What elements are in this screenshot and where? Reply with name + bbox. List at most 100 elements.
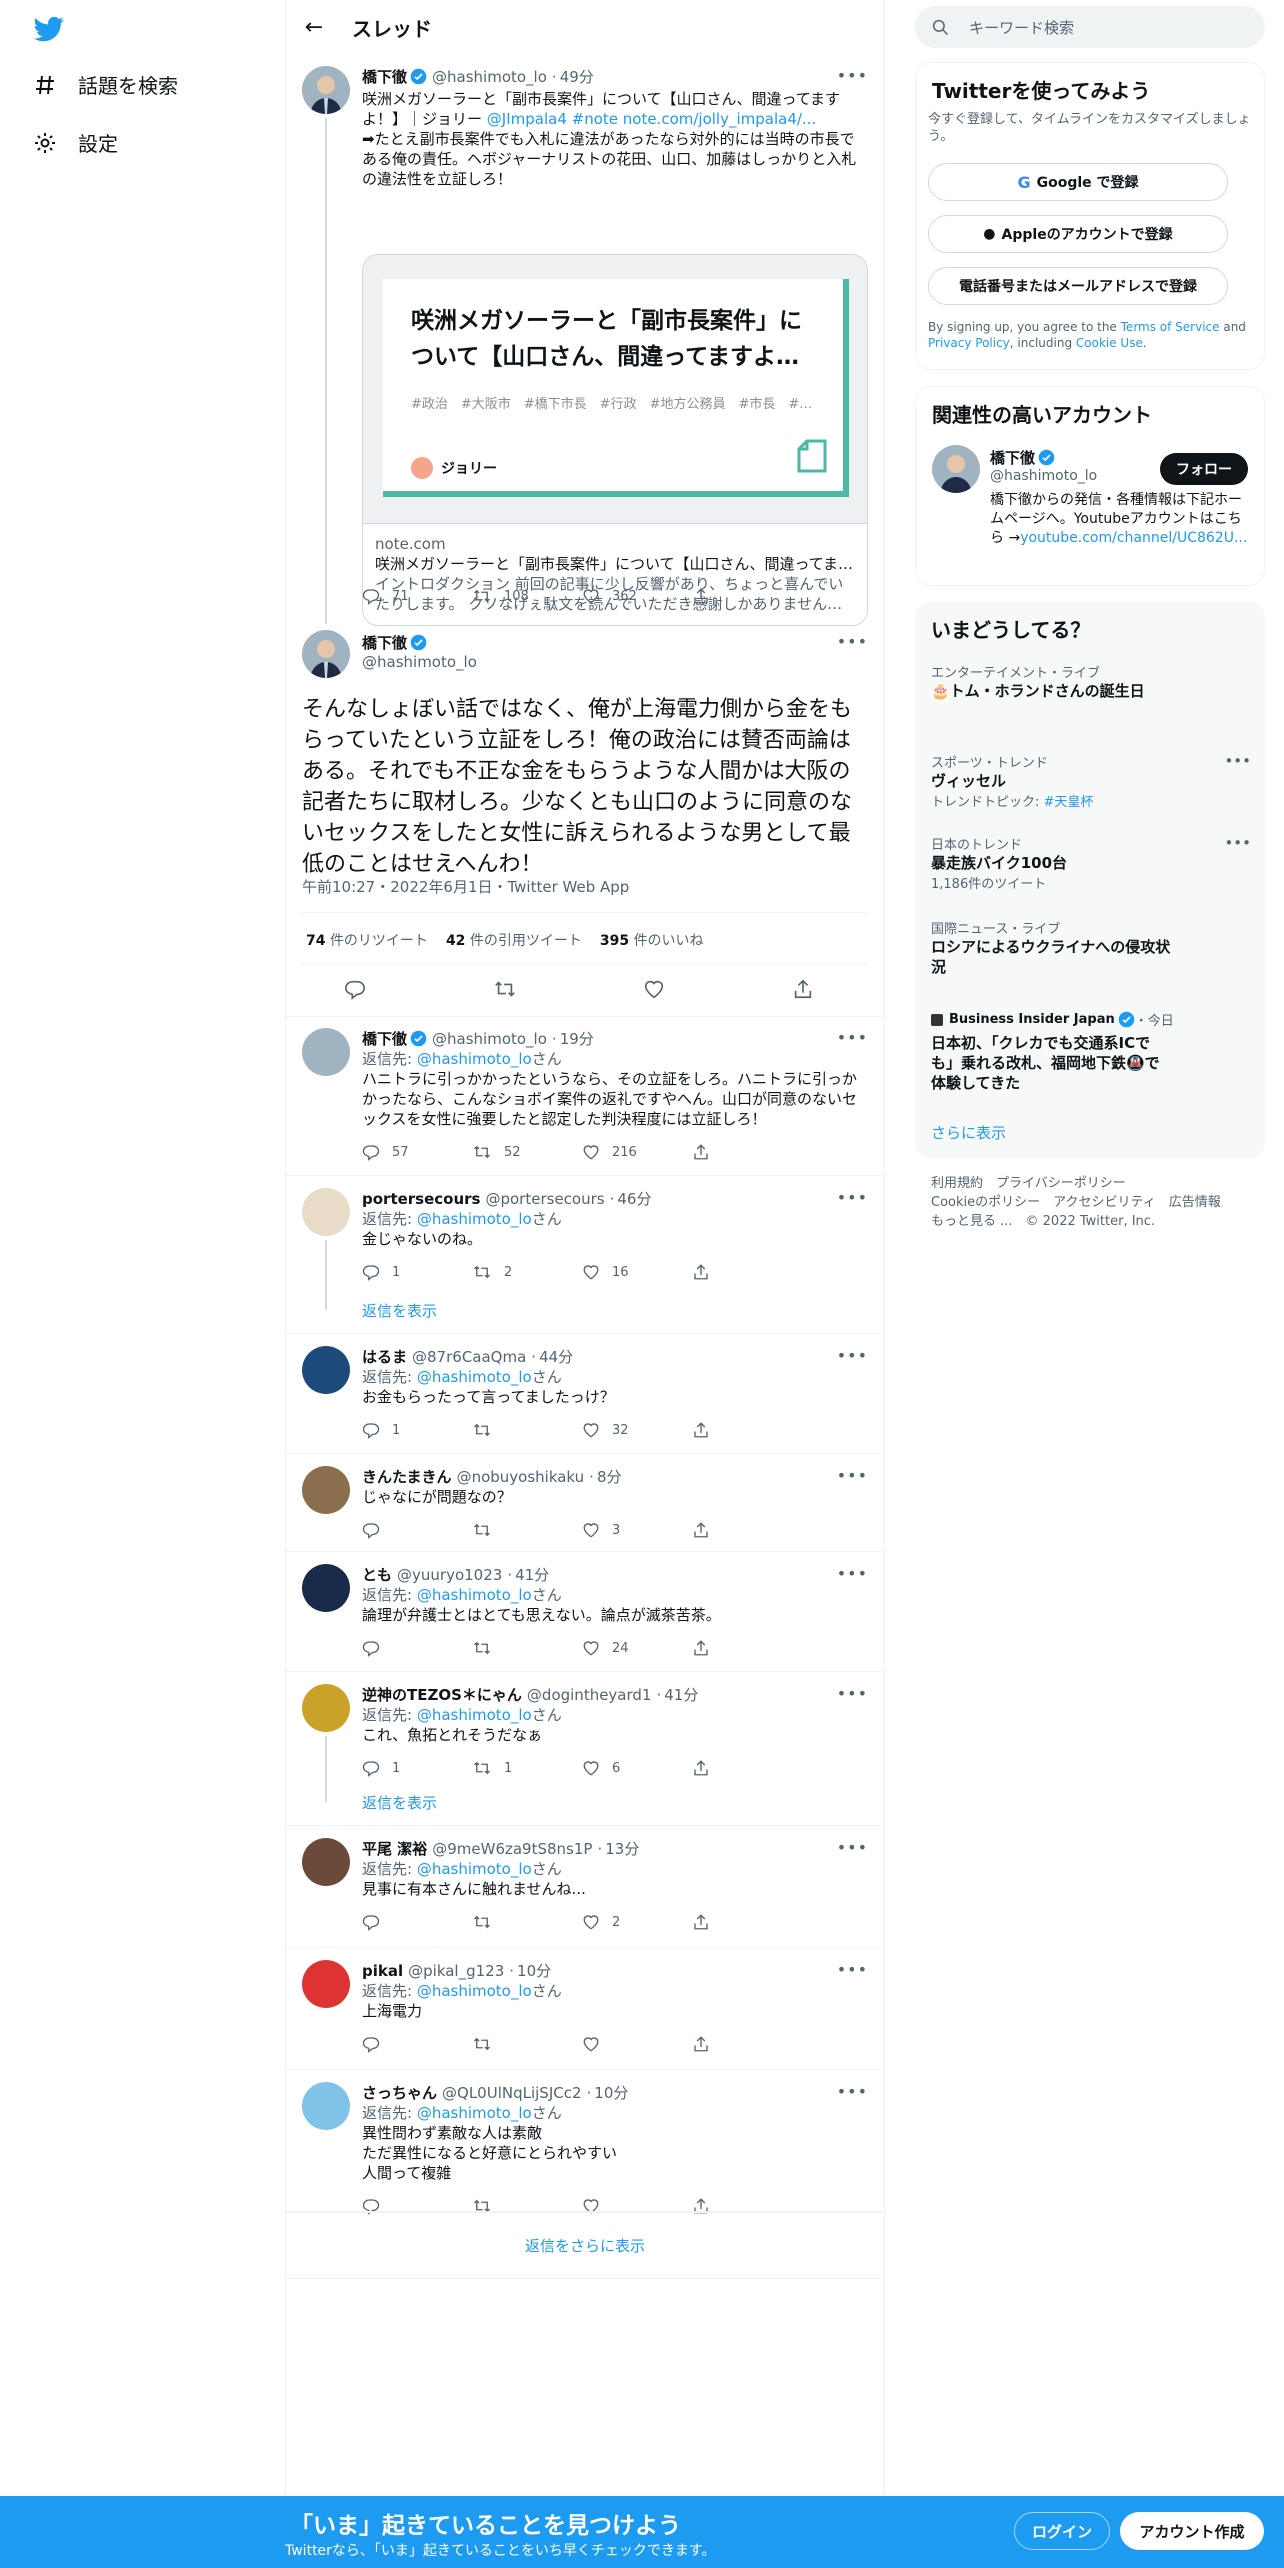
author-name[interactable]: はるま — [362, 1346, 407, 1367]
share-button[interactable] — [692, 1143, 722, 1161]
more-icon[interactable]: ••• — [837, 2082, 868, 2101]
more-icon[interactable]: ••• — [837, 1466, 868, 1485]
signup-button[interactable]: アカウント作成 — [1120, 2512, 1264, 2550]
footer-line[interactable]: もっと見る ... © 2022 Twitter, Inc. — [931, 1212, 1221, 1231]
like-button[interactable]: 362 — [582, 587, 692, 605]
more-icon[interactable]: ••• — [837, 66, 868, 85]
retweet-button[interactable] — [472, 2035, 582, 2053]
reply-to-link[interactable]: @hashimoto_lo — [417, 1586, 532, 1604]
author-name[interactable]: 橋下徹 — [362, 632, 407, 653]
reply-icon[interactable] — [344, 978, 366, 1000]
author-handle[interactable]: @87r6CaaQma — [412, 1348, 526, 1366]
tweet-time[interactable]: 46分 — [617, 1188, 651, 1209]
trend-hashtag-link[interactable]: #天皇杯 — [1044, 795, 1094, 810]
like-button[interactable]: 216 — [582, 1143, 692, 1161]
apple-signup-button[interactable]: ● Appleのアカウントで登録 — [928, 215, 1228, 253]
reply-tweet[interactable]: さっちゃん @QL0UlNqLijSJCc2 · 10分 返信先: @hashimoto… — [286, 2070, 884, 2215]
search-input[interactable]: キーワード検索 — [915, 6, 1265, 48]
reply-to-link[interactable]: @hashimoto_lo — [417, 1368, 532, 1386]
trend-item[interactable]: スポーツ・トレンド ヴィッセル トレンドトピック: #天皇杯 ••• — [931, 752, 1251, 810]
retweet-button[interactable] — [472, 1421, 582, 1439]
like-button[interactable]: 3 — [582, 1521, 692, 1539]
author-handle[interactable]: @9meW6za9tS8ns1P — [432, 1840, 592, 1858]
share-button[interactable] — [692, 1759, 722, 1777]
share-button[interactable] — [692, 2035, 722, 2053]
avatar[interactable] — [302, 1960, 350, 2008]
trend-item[interactable]: エンターテイメント・ライブ 🎂トム・ホランドさんの誕生日 — [931, 662, 1251, 701]
more-icon[interactable]: ••• — [1224, 752, 1251, 770]
retweet-button[interactable] — [472, 1639, 582, 1657]
footer-line[interactable]: Cookieのポリシー アクセシビリティ 広告情報 — [931, 1193, 1221, 1212]
reply-button[interactable]: 57 — [362, 1143, 472, 1161]
like-button[interactable]: 6 — [582, 1759, 692, 1777]
more-icon[interactable]: ••• — [837, 1838, 868, 1857]
like-stat[interactable]: 395 件のいいね — [600, 930, 704, 950]
more-icon[interactable]: ••• — [837, 1684, 868, 1703]
follow-button[interactable]: フォロー — [1160, 453, 1248, 485]
more-icon[interactable]: ••• — [837, 632, 868, 651]
retweet-button[interactable] — [472, 1521, 582, 1539]
avatar[interactable] — [302, 630, 350, 678]
reply-button[interactable]: 71 — [362, 587, 472, 605]
reply-button[interactable]: 1 — [362, 1263, 472, 1281]
tweet-time[interactable]: 10分 — [594, 2082, 628, 2103]
tweet-time[interactable]: 13分 — [605, 1838, 639, 1859]
show-replies-link[interactable]: 返信を表示 — [362, 1792, 437, 1813]
reply-tweet[interactable]: 平尾 潔裕 @9meW6za9tS8ns1P · 13分 返信先: @hashimoto… — [286, 1826, 884, 1948]
share-button[interactable] — [692, 1421, 722, 1439]
tweet-time[interactable]: 8分 — [597, 1466, 622, 1487]
author-handle[interactable]: @hashimoto_lo — [432, 1030, 547, 1048]
like-button[interactable]: 24 — [582, 1639, 692, 1657]
retweet-button[interactable]: 108 — [472, 587, 582, 605]
heart-icon[interactable] — [643, 978, 665, 1000]
reply-button[interactable] — [362, 1913, 472, 1931]
retweet-button[interactable]: 1 — [472, 1759, 582, 1777]
reply-button[interactable] — [362, 2035, 472, 2053]
reply-button[interactable]: 1 — [362, 1759, 472, 1777]
reply-tweet[interactable]: きんたまきん @nobuyoshikaku · 8分 じゃなにが問題なの？ ••• 3 — [286, 1454, 884, 1552]
like-button[interactable]: 2 — [582, 1913, 692, 1931]
privacy-link[interactable]: Privacy Policy — [928, 336, 1010, 350]
reply-tweet[interactable]: はるま @87r6CaaQma · 44分 返信先: @hashimoto_loさん お金… — [286, 1334, 884, 1454]
more-icon[interactable]: ••• — [837, 1346, 868, 1365]
phone-signup-button[interactable]: 電話番号またはメールアドレスで登録 — [928, 267, 1228, 305]
news-item[interactable]: Business Insider Japan ・今日 日本初、「クレカでも交通系I… — [931, 1010, 1251, 1093]
trend-item[interactable]: 国際ニュース・ライブ ロシアによるウクライナへの侵攻状況 — [931, 918, 1251, 977]
nav-explore[interactable]: 話題を検索 — [32, 70, 178, 99]
reply-to-link[interactable]: @hashimoto_lo — [417, 1982, 532, 2000]
reply-tweet[interactable]: pikal @pikal_g123 · 10分 返信先: @hashimoto_loさん… — [286, 1948, 884, 2070]
reply-to-link[interactable]: @hashimoto_lo — [417, 1706, 532, 1724]
note-link[interactable]: #note note.com/jolly_impala4/... — [567, 110, 817, 128]
author-handle[interactable]: @QL0UlNqLijSJCc2 — [442, 2084, 582, 2102]
author-name[interactable]: 橋下徹 — [362, 66, 407, 87]
avatar[interactable] — [302, 1028, 350, 1076]
avatar[interactable] — [302, 1564, 350, 1612]
author-handle[interactable]: @hashimoto_lo — [362, 653, 477, 671]
reply-to-link[interactable]: @hashimoto_lo — [417, 1050, 532, 1068]
share-button[interactable] — [692, 1639, 722, 1657]
author-name[interactable]: さっちゃん — [362, 2082, 437, 2103]
share-button[interactable] — [692, 587, 722, 605]
retweet-button[interactable]: 52 — [472, 1143, 582, 1161]
related-name[interactable]: 橋下徹 — [990, 447, 1035, 468]
parent-tweet[interactable]: 橋下徹 @hashimoto_lo · 49分 咲洲メガソーラーと「副市長案件」につい… — [286, 54, 884, 626]
reply-tweet[interactable]: とも @yuuryo1023 · 41分 返信先: @hashimoto_loさん 論理が… — [286, 1552, 884, 1672]
login-button[interactable]: ログイン — [1014, 2512, 1110, 2550]
share-icon[interactable] — [792, 978, 814, 1000]
tweet-time[interactable]: 19分 — [560, 1028, 594, 1049]
more-icon[interactable]: ••• — [837, 1188, 868, 1207]
author-name[interactable]: きんたまきん — [362, 1466, 452, 1487]
author-name[interactable]: 逆神のTEZOS＊にゃん — [362, 1684, 522, 1705]
share-button[interactable] — [692, 1913, 722, 1931]
reply-button[interactable] — [362, 1521, 472, 1539]
reply-to-link[interactable]: @hashimoto_lo — [417, 1860, 532, 1878]
like-button[interactable]: 32 — [582, 1421, 692, 1439]
show-more-replies-link[interactable]: 返信をさらに表示 — [286, 2212, 884, 2278]
author-name[interactable]: 平尾 潔裕 — [362, 1838, 427, 1859]
reply-tweet[interactable]: portersecours @portersecours · 46分 返信先: @has… — [286, 1176, 884, 1334]
like-button[interactable]: 16 — [582, 1263, 692, 1281]
avatar[interactable] — [302, 1838, 350, 1886]
footer-line[interactable]: 利用規約 プライバシーポリシー — [931, 1174, 1221, 1193]
tweet-time[interactable]: 49分 — [560, 66, 594, 87]
link-card[interactable]: 咲洲メガソーラーと「副市長案件」について【山口さん、間違ってますよ… #政治 #… — [362, 254, 868, 626]
